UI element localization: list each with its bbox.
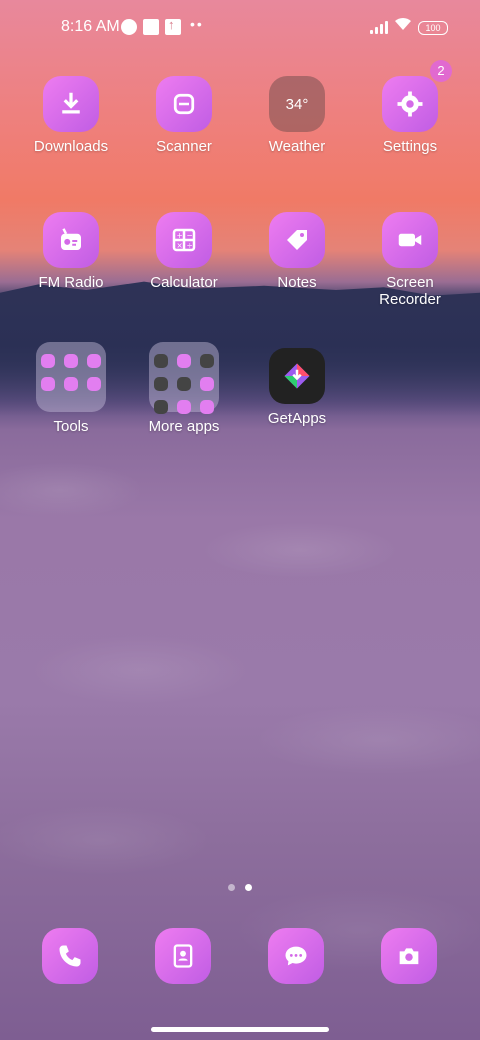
status-bar: 8:16 AM •• 100 [0, 0, 480, 56]
dock [0, 928, 480, 984]
signal-icon [370, 20, 388, 34]
notification-square-icon [143, 19, 159, 35]
svg-text:+: + [177, 231, 183, 240]
app-fm-radio[interactable]: FM Radio [15, 212, 127, 291]
app-label: Tools [53, 418, 89, 435]
settings-badge: 2 [430, 60, 452, 82]
contacts-icon[interactable] [155, 928, 211, 984]
app-screen-recorder[interactable]: Screen Recorder [354, 212, 466, 308]
app-notes[interactable]: Notes [241, 212, 353, 291]
folder-icon [36, 342, 106, 412]
app-calculator[interactable]: + − × ÷ Calculator [128, 212, 240, 291]
weather-temperature: 34° [285, 95, 309, 113]
phone-icon[interactable] [42, 928, 98, 984]
page-dot[interactable] [228, 884, 235, 891]
download-icon [43, 76, 99, 132]
app-label: Calculator [150, 274, 218, 291]
camera-icon[interactable] [381, 928, 437, 984]
app-downloads[interactable]: Downloads [15, 76, 127, 155]
scanner-icon [156, 76, 212, 132]
page-dot-active[interactable] [245, 884, 252, 891]
svg-text:÷: ÷ [187, 241, 193, 250]
app-weather[interactable]: 34° Weather [241, 76, 353, 155]
upload-notification-icon [165, 17, 181, 35]
app-label: Settings [382, 138, 438, 155]
gear-icon [382, 76, 438, 132]
messages-icon[interactable] [268, 928, 324, 984]
app-label: Screen Recorder [379, 274, 441, 308]
weather-icon: 34° [269, 76, 325, 132]
folder-tools[interactable]: Tools [15, 342, 127, 435]
battery-icon: 100 [418, 21, 448, 35]
svg-text:×: × [177, 241, 183, 250]
app-getapps[interactable]: GetApps [241, 348, 353, 427]
wifi-icon [394, 16, 412, 36]
app-label: More apps [148, 418, 220, 435]
video-camera-icon [382, 212, 438, 268]
tag-icon [269, 212, 325, 268]
page-indicator [228, 878, 262, 896]
app-label: Weather [268, 138, 326, 155]
clock: 8:16 AM [61, 18, 120, 35]
app-label: Downloads [33, 138, 109, 155]
more-notifications-icon: •• [190, 16, 204, 32]
radio-icon [43, 212, 99, 268]
folder-icon [149, 342, 219, 414]
app-label: GetApps [267, 410, 327, 427]
notification-icon [121, 19, 137, 35]
app-label: Scanner [156, 138, 212, 155]
svg-text:−: − [187, 231, 193, 240]
app-label: Notes [277, 274, 317, 291]
calculator-icon: + − × ÷ [156, 212, 212, 268]
folder-more-apps[interactable]: More apps [128, 342, 240, 435]
getapps-icon [269, 348, 325, 404]
home-indicator[interactable] [151, 1027, 329, 1032]
app-scanner[interactable]: Scanner [128, 76, 240, 155]
app-settings[interactable]: Settings [354, 76, 466, 155]
app-label: FM Radio [38, 274, 104, 291]
